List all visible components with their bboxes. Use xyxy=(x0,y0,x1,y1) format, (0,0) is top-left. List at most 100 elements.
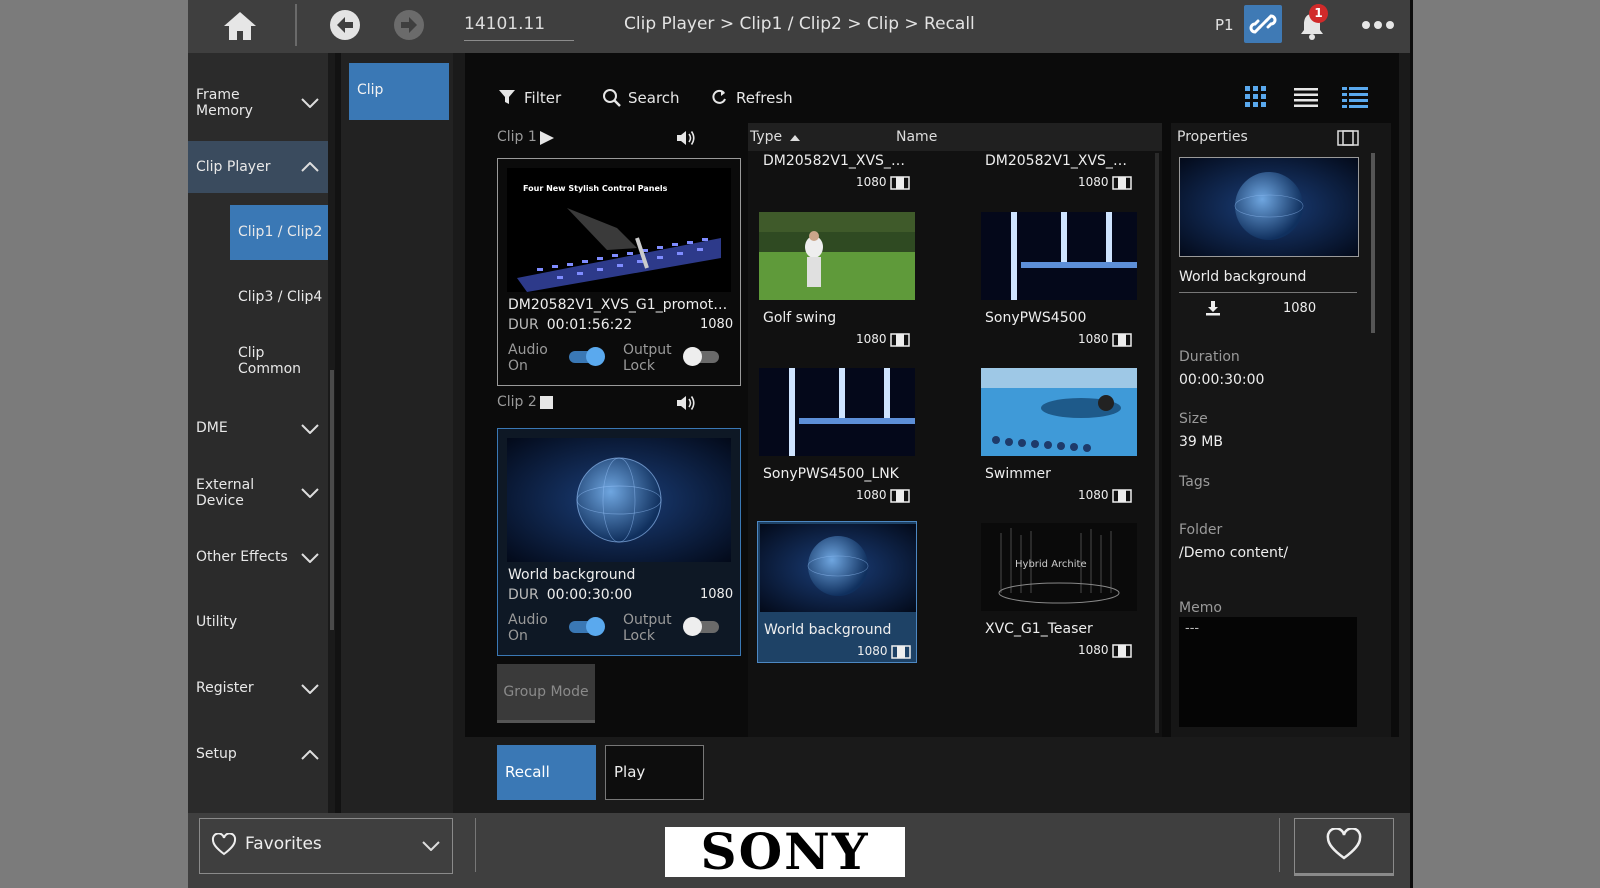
speaker-icon[interactable] xyxy=(675,393,697,413)
channel-1-thumbnail: Four New Stylish Control Panels xyxy=(507,168,731,292)
clip-tile-name: DM20582V1_XVS_G... xyxy=(763,153,913,169)
detail-view-button[interactable] xyxy=(1339,81,1371,113)
sidebar-item-label: Other Effects xyxy=(196,549,288,565)
clip-list-scrollbar[interactable] xyxy=(1155,153,1159,733)
chevron-down-icon xyxy=(301,98,319,108)
notification-badge: 1 xyxy=(1309,4,1328,23)
grid-view-icon xyxy=(1245,86,1266,107)
download-icon xyxy=(1206,301,1220,316)
sidebar-item-clip-player[interactable]: Clip Player xyxy=(188,141,328,193)
tab-clip[interactable]: Clip xyxy=(349,63,449,120)
sidebar-item-external-device[interactable]: External Device xyxy=(188,463,328,523)
sidebar-item-register[interactable]: Register xyxy=(188,664,328,714)
clip-tile-resolution: 1080 xyxy=(1078,175,1109,189)
sidebar-item-dme[interactable]: DME xyxy=(188,403,328,453)
clip-tile-thumbnail xyxy=(981,212,1137,300)
channel-2-output-lock-toggle[interactable] xyxy=(683,617,719,636)
clip-tile-thumbnail xyxy=(981,368,1137,456)
clip-tile-name: DM20582V1_XVS_G... xyxy=(985,153,1135,169)
clip-tile-name: SonyPWS4500 xyxy=(985,310,1087,326)
clip-tile-resolution: 1080 xyxy=(856,488,887,502)
group-mode-button[interactable]: Group Mode xyxy=(497,664,595,723)
toggle-knob xyxy=(683,617,702,636)
stop-icon xyxy=(540,396,553,409)
film-icon xyxy=(890,176,910,190)
refresh-button[interactable]: Refresh xyxy=(710,88,800,108)
clip-tile[interactable]: SonyPWS4500_LNK 1080 xyxy=(757,366,915,506)
clip-tile[interactable]: Swimmer 1080 xyxy=(979,366,1137,506)
sidebar-item-setup[interactable]: Setup xyxy=(188,730,328,780)
forward-button[interactable] xyxy=(394,10,424,40)
address-field[interactable]: 14101.11 xyxy=(464,12,574,41)
favorites-dropdown[interactable]: Favorites xyxy=(199,818,453,874)
sidebar-item-other-effects[interactable]: Other Effects xyxy=(188,533,328,583)
speaker-icon[interactable] xyxy=(675,128,697,148)
more-horizontal-icon xyxy=(1362,21,1394,29)
clip-tile-selected[interactable]: World background 1080 xyxy=(757,521,917,663)
properties-divider xyxy=(1179,292,1357,293)
filter-button[interactable]: Filter xyxy=(498,88,568,108)
film-icon xyxy=(891,645,911,659)
channel-2-card[interactable]: World background DUR 00:00:30:00 1080 Aud… xyxy=(497,428,741,656)
channel-1-output-lock-toggle[interactable] xyxy=(683,347,719,366)
duration-value: 00:01:56:22 xyxy=(546,317,633,333)
duration-value: 00:00:30:00 xyxy=(1179,372,1265,388)
properties-resolution: 1080 xyxy=(1283,301,1317,316)
properties-scrollbar[interactable] xyxy=(1371,153,1375,333)
link-button[interactable] xyxy=(1244,5,1282,43)
sidebar-subitem-clip3-clip4[interactable]: Clip3 / Clip4 xyxy=(230,271,328,323)
chevron-down-icon xyxy=(301,684,319,694)
refresh-icon xyxy=(712,89,726,104)
search-button[interactable]: Search xyxy=(602,88,682,108)
sidebar-scrollbar[interactable] xyxy=(330,370,334,630)
search-icon xyxy=(603,89,621,107)
sidebar-subitem-clip1-clip2[interactable]: Clip1 / Clip2 xyxy=(230,205,328,260)
grid-view-button[interactable] xyxy=(1240,81,1272,113)
tags-label: Tags xyxy=(1179,474,1210,490)
thumbnail-caption: Four New Stylish Control Panels xyxy=(523,184,668,193)
sidebar-item-frame-memory[interactable]: Frame Memory xyxy=(188,67,328,139)
sony-logo: SONY xyxy=(665,827,905,877)
clip-tile-name: SonyPWS4500_LNK xyxy=(763,466,899,482)
sidebar-item-utility[interactable]: Utility xyxy=(188,598,328,648)
recall-button[interactable]: Recall xyxy=(497,745,596,800)
add-favorite-button[interactable] xyxy=(1294,818,1394,876)
globe-image xyxy=(507,438,731,562)
clip-list: Type Name DM20582V1_XVS_G... 1080 DM2058… xyxy=(748,123,1162,737)
sidebar-subitem-clip-common[interactable]: Clip Common xyxy=(230,333,328,393)
properties-thumbnail xyxy=(1179,157,1359,257)
channel-2-label: Clip 2 xyxy=(497,394,537,410)
clip-tile[interactable]: SonyPWS4500 1080 xyxy=(979,210,1137,350)
golf-image xyxy=(759,212,915,300)
light-bars-image xyxy=(981,212,1137,300)
properties-title: Properties xyxy=(1177,129,1248,145)
film-icon xyxy=(890,333,910,347)
channel-2-thumbnail xyxy=(507,438,731,562)
thumbnail-caption: Hybrid Archite xyxy=(1015,559,1087,570)
clip-tile[interactable]: Golf swing 1080 xyxy=(757,210,915,350)
memo-field[interactable]: --- xyxy=(1179,617,1357,727)
chevron-down-icon xyxy=(301,424,319,434)
channel-1-audio-toggle[interactable] xyxy=(569,347,605,366)
search-label: Search xyxy=(628,89,680,107)
channel-2-resolution: 1080 xyxy=(700,587,734,602)
clip-tile-resolution: 1080 xyxy=(1078,643,1109,657)
sidebar-item-label: Clip Common xyxy=(238,345,302,377)
film-icon xyxy=(1112,176,1132,190)
home-button[interactable] xyxy=(221,9,259,43)
clip-tile[interactable]: Hybrid Archite XVC_G1_Teaser 1080 xyxy=(979,521,1137,661)
clip-tile[interactable]: DM20582V1_XVS_G... 1080 xyxy=(757,123,915,193)
clip-tile[interactable]: DM20582V1_XVS_G... 1080 xyxy=(979,123,1137,193)
sidebar-item-label: Clip3 / Clip4 xyxy=(238,289,323,305)
duration-label: DUR xyxy=(508,587,539,603)
play-button[interactable]: Play xyxy=(605,745,704,800)
channel-1-card[interactable]: Four New Stylish Control Panels DM20582V… xyxy=(497,158,741,386)
list-view-button[interactable] xyxy=(1290,81,1322,113)
more-menu-button[interactable] xyxy=(1358,10,1398,40)
sidebar-item-label: Utility xyxy=(196,614,238,630)
film-icon xyxy=(1112,489,1132,503)
back-button[interactable] xyxy=(330,10,360,40)
toolbar-divider xyxy=(295,4,297,46)
link-icon xyxy=(1249,14,1277,34)
channel-2-audio-toggle[interactable] xyxy=(569,617,605,636)
